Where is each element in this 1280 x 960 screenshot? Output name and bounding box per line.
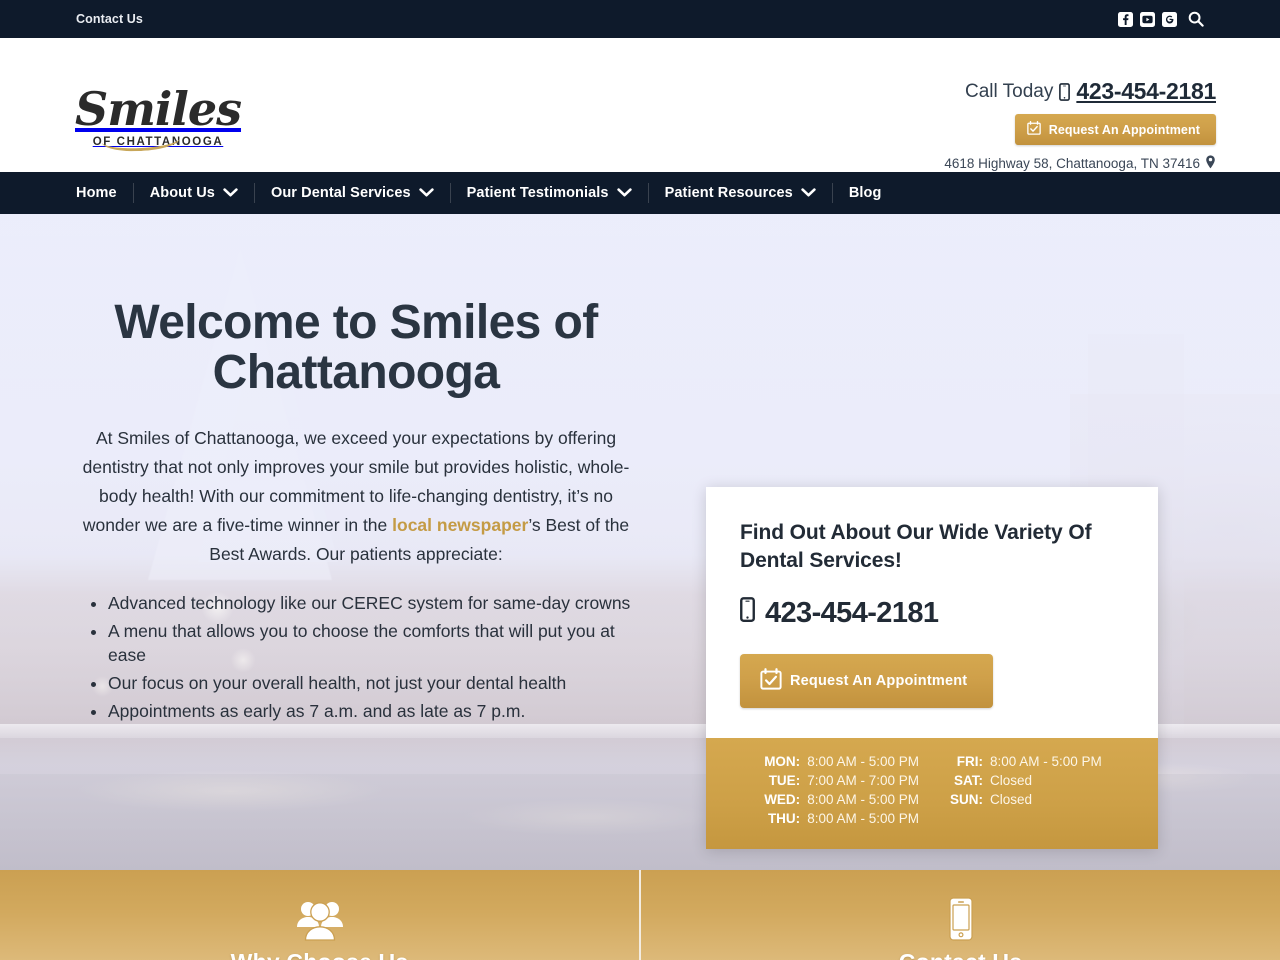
services-cta-card: Find Out About Our Wide Variety Of Denta… [706, 487, 1158, 849]
office-hours-row: THU: 8:00 AM - 5:00 PM [762, 811, 919, 827]
bottom-quicklinks-section: Why Choose Us Contact Us [0, 870, 1280, 960]
facebook-icon[interactable] [1118, 11, 1133, 27]
header-contact-block: Call Today 423-454-2181 Request An Appoi… [756, 78, 1216, 172]
office-hours-column-right: FRI: 8:00 AM - 5:00 PM SAT: Closed SUN: … [945, 754, 1102, 827]
hours-time-value: Closed [990, 773, 1033, 788]
card-body: Find Out About Our Wide Variety Of Denta… [706, 487, 1158, 738]
office-hours-row: MON: 8:00 AM - 5:00 PM [762, 754, 919, 770]
calendar-check-icon [1026, 121, 1041, 138]
top-utility-bar: Contact Us [0, 0, 1280, 38]
office-hours-panel: MON: 8:00 AM - 5:00 PM TUE: 7:00 AM - 7:… [706, 738, 1158, 849]
hours-day-label: SUN: [950, 792, 983, 807]
panel-why-choose-us[interactable]: Why Choose Us [0, 870, 639, 960]
chevron-down-icon [418, 185, 434, 201]
map-pin-icon [1205, 155, 1216, 172]
mobile-phone-icon [946, 896, 976, 942]
nav-label: Home [76, 185, 117, 201]
hero-section: Welcome to Smiles of Chattanooga At Smil… [0, 214, 1280, 870]
hours-time-value: 8:00 AM - 5:00 PM [990, 754, 1102, 769]
nav-item-home[interactable]: Home [76, 183, 134, 203]
card-request-appointment-label: Request An Appointment [790, 673, 968, 689]
hero-benefits-list: Advanced technology like our CEREC syste… [90, 591, 648, 723]
panel-why-choose-us-label: Why Choose Us [231, 949, 409, 960]
chevron-down-icon [616, 185, 632, 201]
header-request-appointment-button[interactable]: Request An Appointment [1014, 114, 1216, 145]
card-button-wrap: Request An Appointment [740, 654, 1126, 708]
hours-time-value: 8:00 AM - 5:00 PM [807, 754, 919, 769]
call-today-row: Call Today 423-454-2181 [756, 78, 1216, 105]
social-icon-row [1118, 11, 1204, 27]
local-newspaper-link[interactable]: local newspaper [392, 515, 528, 535]
nav-item-about-us[interactable]: About Us [134, 183, 255, 203]
chevron-down-icon [223, 185, 238, 201]
hours-time-value: 7:00 AM - 7:00 PM [807, 773, 919, 788]
people-group-icon [294, 896, 346, 942]
hours-day-label: SAT: [954, 773, 983, 788]
nav-label: Patient Testimonials [466, 185, 609, 201]
hero-paragraph: At Smiles of Chattanooga, we exceed your… [64, 424, 648, 569]
nav-item-patient-resources[interactable]: Patient Resources [649, 183, 833, 203]
mobile-phone-icon [740, 597, 755, 630]
card-phone-number: 423-454-2181 [765, 597, 939, 629]
site-header: Smiles OF CHATTANOOGA Call Today 423-454… [0, 38, 1280, 172]
nav-label: About Us [149, 185, 215, 201]
office-hours-column-left: MON: 8:00 AM - 5:00 PM TUE: 7:00 AM - 7:… [762, 754, 919, 827]
hours-day-label: WED: [764, 792, 801, 807]
search-icon[interactable] [1188, 11, 1204, 27]
logo-swoosh-icon [101, 135, 181, 154]
card-phone-row[interactable]: 423-454-2181 [740, 597, 1126, 630]
nav-label: Our Dental Services [270, 185, 411, 201]
list-item: Our focus on your overall health, not ju… [108, 671, 648, 695]
office-hours-row: WED: 8:00 AM - 5:00 PM [762, 792, 919, 808]
office-hours-row: TUE: 7:00 AM - 7:00 PM [762, 773, 919, 789]
header-request-appointment-label: Request An Appointment [1048, 122, 1200, 137]
office-hours-row: SUN: Closed [945, 792, 1102, 808]
nav-item-patient-testimonials[interactable]: Patient Testimonials [451, 183, 649, 203]
mobile-phone-icon [1059, 82, 1071, 101]
hero-text-block: Welcome to Smiles of Chattanooga At Smil… [64, 298, 648, 727]
panel-contact-us[interactable]: Contact Us [639, 870, 1280, 960]
logo-script-text: Smiles [75, 82, 242, 136]
hours-time-value: 8:00 AM - 5:00 PM [807, 811, 919, 826]
hours-time-value: Closed [990, 792, 1033, 807]
topbar-contact-us-link[interactable]: Contact Us [76, 12, 143, 26]
page-title: Welcome to Smiles of Chattanooga [114, 296, 598, 399]
hours-day-label: THU: [767, 811, 801, 826]
nav-item-our-dental-services[interactable]: Our Dental Services [255, 183, 451, 203]
call-today-label: Call Today [964, 80, 1054, 102]
hours-day-label: TUE: [768, 773, 801, 788]
chevron-down-icon [801, 185, 816, 201]
main-navigation: Home About Us Our Dental Services Patien… [0, 172, 1280, 214]
calendar-check-icon [760, 668, 782, 694]
nav-item-blog[interactable]: Blog [833, 183, 898, 203]
panel-contact-us-label: Contact Us [899, 949, 1022, 960]
list-item: Appointments as early as 7 a.m. and as l… [108, 699, 648, 723]
office-hours-row: SAT: Closed [945, 773, 1102, 789]
header-phone-link[interactable]: 423-454-2181 [1076, 78, 1216, 105]
header-address-text: 4618 Highway 58, Chattanooga, TN 37416 [944, 156, 1200, 171]
list-item: Advanced technology like our CEREC syste… [108, 591, 648, 615]
nav-label: Patient Resources [664, 185, 793, 201]
list-item: A menu that allows you to choose the com… [108, 619, 648, 667]
site-logo[interactable]: Smiles OF CHATTANOOGA [75, 85, 242, 157]
nav-label: Blog [848, 185, 882, 201]
header-address-row[interactable]: 4618 Highway 58, Chattanooga, TN 37416 [756, 155, 1216, 172]
hours-day-label: MON: [764, 754, 801, 769]
hours-day-label: FRI: [956, 754, 983, 769]
card-title: Find Out About Our Wide Variety Of Denta… [740, 521, 1092, 572]
office-hours-row: FRI: 8:00 AM - 5:00 PM [945, 754, 1102, 770]
youtube-icon[interactable] [1140, 11, 1155, 27]
card-request-appointment-button[interactable]: Request An Appointment [740, 654, 994, 708]
hours-time-value: 8:00 AM - 5:00 PM [807, 792, 919, 807]
google-icon[interactable] [1162, 11, 1177, 27]
